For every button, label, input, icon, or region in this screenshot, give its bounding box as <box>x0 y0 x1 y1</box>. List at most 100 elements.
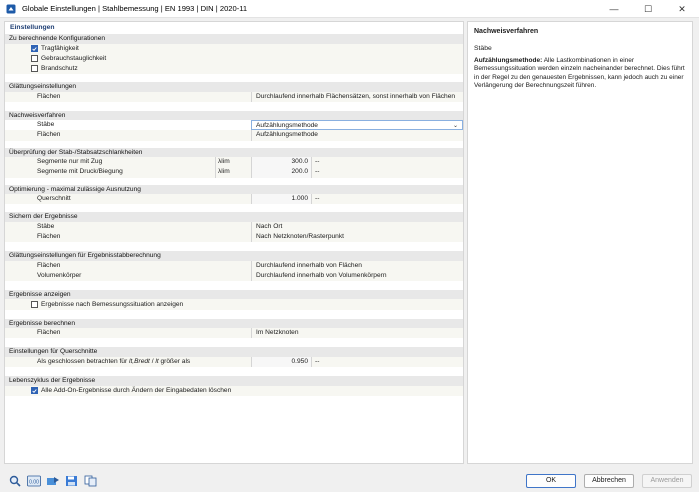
method-dropdown[interactable]: Aufzählungsmethode ⌄ <box>251 120 463 131</box>
settings-panel: Einstellungen Zu berechnende Konfigurati… <box>4 21 464 464</box>
row-value-input[interactable]: 0.950 <box>251 356 312 367</box>
info-panel: Nachweisverfahren Stäbe Aufzählungsmetho… <box>467 21 693 464</box>
row-unit: -- <box>315 357 320 365</box>
row-value[interactable]: Nach Ort <box>251 221 463 232</box>
row-value[interactable]: Durchlaufend innerhalb von Volumenkörper… <box>251 270 463 281</box>
info-subtitle: Stäbe <box>474 45 492 52</box>
section-smoothing: Glättungseinstellungen Flächen Durchlauf… <box>5 82 463 102</box>
checkbox-tragfaehigkeit[interactable]: Tragfähigkeit <box>25 44 463 54</box>
table-row: Als geschlossen betrachten für lt,Bredt … <box>5 356 463 367</box>
section-title: Lebenszyklus der Ergebnisse <box>5 376 463 386</box>
table-row: Flächen Aufzählungsmethode <box>5 130 463 141</box>
row-unit: -- <box>315 168 320 176</box>
checkbox-label: Tragfähigkeit <box>41 45 79 53</box>
close-button[interactable]: ✕ <box>665 0 699 18</box>
maximize-button[interactable]: ☐ <box>631 0 665 18</box>
row-label: Segmente mit Druck/Biegung <box>37 168 123 176</box>
section-title: Zu berechnende Konfigurationen <box>5 34 463 44</box>
section-title: Einstellungen für Querschnitte <box>5 347 463 357</box>
copy-icon[interactable] <box>84 475 98 487</box>
checkbox-unchecked-icon[interactable] <box>31 55 38 63</box>
checkbox-unchecked-icon[interactable] <box>31 301 38 309</box>
checkbox-label: Gebrauchstauglichkeit <box>41 55 107 63</box>
section-lifecycle: Lebenszyklus der Ergebnisse Alle Add-On-… <box>5 376 463 396</box>
ok-button[interactable]: OK <box>526 474 576 488</box>
checkbox-brandschutz[interactable]: Brandschutz <box>25 64 463 74</box>
cancel-button[interactable]: Abbrechen <box>584 474 634 488</box>
section-title: Überprüfung der Stab-/Stabsatzschlankhei… <box>5 147 463 158</box>
minimize-button[interactable]: — <box>597 0 631 18</box>
checkbox-label: Ergebnisse nach Bemessungssituation anze… <box>41 301 184 309</box>
row-label: Flächen <box>37 131 61 139</box>
row-value[interactable]: Durchlaufend innerhalb Flächensätzen, so… <box>251 91 463 102</box>
row-symbol: λlim <box>215 157 251 168</box>
section-slenderness: Überprüfung der Stab-/Stabsatzschlankhei… <box>5 147 463 178</box>
table-row: Flächen Durchlaufend innerhalb von Fläch… <box>5 260 463 271</box>
row-value-input[interactable]: 1.000 <box>251 194 312 205</box>
units-icon[interactable]: 0.00 <box>27 475 41 487</box>
window-title: Globale Einstellungen | Stahlbemessung |… <box>22 4 248 13</box>
row-label: Flächen <box>37 329 61 337</box>
row-label: Als geschlossen betrachten für lt,Bredt … <box>5 357 190 367</box>
section-title: Sichern der Ergebnisse <box>5 212 463 222</box>
section-optimization: Optimierung - maximal zulässige Ausnutzu… <box>5 184 463 205</box>
checkbox-delete-results[interactable]: Alle Add-On-Ergebnisse durch Ändern der … <box>25 386 463 396</box>
section-cross-sections: Einstellungen für Querschnitte Als gesch… <box>5 347 463 367</box>
transfer-icon[interactable] <box>46 475 60 487</box>
title-bar: Globale Einstellungen | Stahlbemessung |… <box>0 0 699 18</box>
row-label: Flächen <box>37 232 61 240</box>
section-title: Nachweisverfahren <box>5 110 463 121</box>
row-label: Volumenkörper <box>37 271 82 279</box>
row-value[interactable]: Nach Netzknoten/Rasterpunkt <box>251 231 463 243</box>
section-configurations: Zu berechnende Konfigurationen Tragfähig… <box>5 34 463 75</box>
checkbox-checked-icon[interactable] <box>31 387 38 395</box>
save-icon[interactable] <box>65 475 79 487</box>
row-label: Segmente nur mit Zug <box>37 158 103 166</box>
section-title: Ergebnisse anzeigen <box>5 289 463 300</box>
row-unit: -- <box>315 195 320 202</box>
row-label-suffix: größer als <box>158 357 191 365</box>
checkbox-results-by-situation[interactable]: Ergebnisse nach Bemessungssituation anze… <box>25 299 463 309</box>
checkbox-label: Brandschutz <box>41 65 78 73</box>
table-row: Segmente mit Druck/Biegung λlim 200.0 -- <box>5 167 463 178</box>
row-unit: -- <box>315 158 320 166</box>
row-label: Querschnitt <box>37 195 71 202</box>
row-value[interactable]: Im Netzknoten <box>251 328 463 339</box>
table-row: Segmente nur mit Zug λlim 300.0 -- <box>5 157 463 168</box>
dropdown-value: Aufzählungsmethode <box>256 122 318 130</box>
checkbox-checked-icon[interactable] <box>31 45 38 53</box>
table-row: Flächen Nach Netzknoten/Rasterpunkt <box>5 231 463 243</box>
section-title: Optimierung - maximal zulässige Ausnutzu… <box>5 184 463 194</box>
table-row: Flächen Im Netzknoten <box>5 328 463 339</box>
row-value-input[interactable]: 200.0 <box>251 167 312 178</box>
row-label: Flächen <box>37 92 61 100</box>
table-row: Querschnitt 1.000 -- <box>5 194 463 205</box>
row-label: Stäbe <box>37 222 55 230</box>
row-label: Flächen <box>37 261 61 269</box>
apply-button[interactable]: Anwenden <box>642 474 692 488</box>
units-label: 0.00 <box>29 480 39 486</box>
section-title: Glättungseinstellungen für Ergebnisstabb… <box>5 251 463 261</box>
table-row: Flächen Durchlaufend innerhalb Flächensä… <box>5 91 463 102</box>
row-value[interactable]: Durchlaufend innerhalb von Flächen <box>251 260 463 271</box>
row-label-symbol: lt,Bredt <box>129 357 150 365</box>
section-save-results: Sichern der Ergebnisse Stäbe Nach Ort Fl… <box>5 212 463 243</box>
checkbox-label: Alle Add-On-Ergebnisse durch Ändern der … <box>41 387 232 395</box>
section-show-results: Ergebnisse anzeigen Ergebnisse nach Beme… <box>5 289 463 310</box>
section-smoothing-results: Glättungseinstellungen für Ergebnisstabb… <box>5 251 463 281</box>
row-value-input[interactable]: 300.0 <box>251 157 312 168</box>
section-calc-results: Ergebnisse berechnen Flächen Im Netzknot… <box>5 318 463 339</box>
footer-bar: 0.00 OK Abbrechen Anwenden <box>0 468 699 492</box>
search-icon[interactable] <box>8 475 22 487</box>
row-value[interactable]: Aufzählungsmethode <box>251 130 463 141</box>
row-label-prefix: Als geschlossen betrachten für <box>37 357 129 365</box>
table-row: Stäbe Nach Ort <box>5 221 463 232</box>
section-title: Glättungseinstellungen <box>5 82 463 92</box>
info-term: Aufzählungsmethode: <box>474 57 543 64</box>
checkbox-gebrauchstauglichkeit[interactable]: Gebrauchstauglichkeit <box>25 54 463 64</box>
row-label: Stäbe <box>37 121 55 129</box>
table-row: Volumenkörper Durchlaufend innerhalb von… <box>5 270 463 281</box>
checkbox-unchecked-icon[interactable] <box>31 65 38 73</box>
app-icon <box>6 4 16 13</box>
info-text: Aufzählungsmethode: Alle Lastkombination… <box>474 57 686 91</box>
